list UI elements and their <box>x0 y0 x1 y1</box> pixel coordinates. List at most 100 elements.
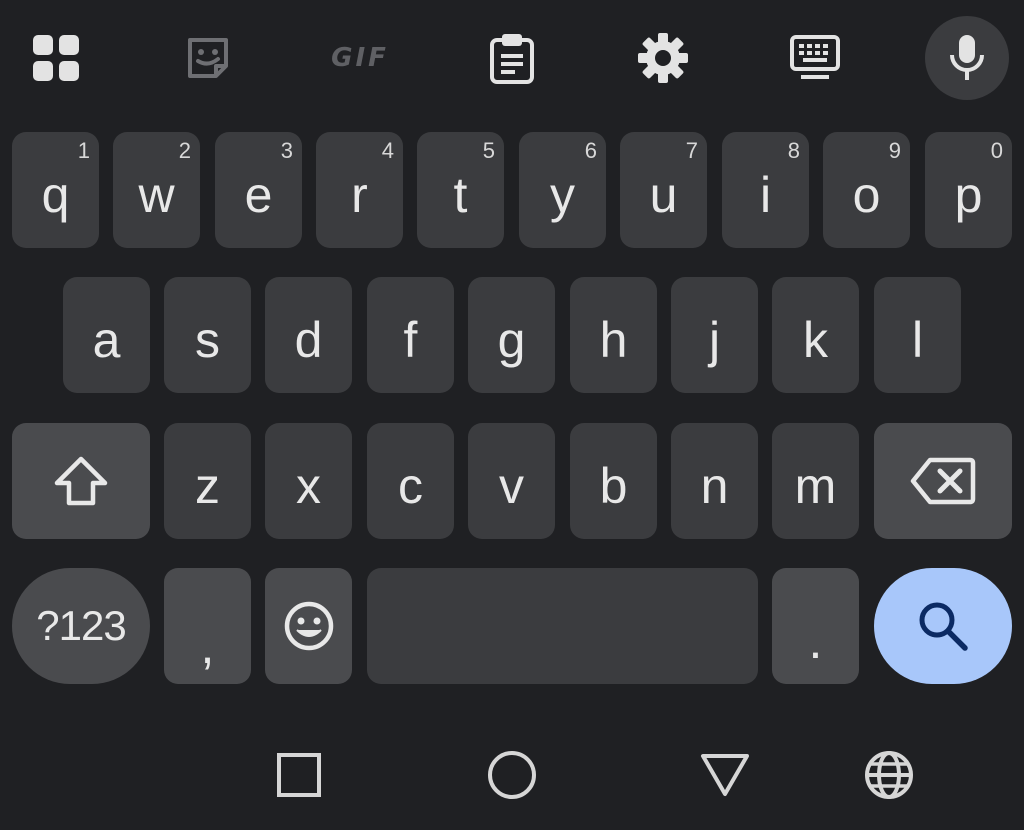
key-e[interactable]: 3 e <box>215 132 302 248</box>
key-f[interactable]: f <box>367 277 454 393</box>
key-u[interactable]: 7 u <box>620 132 707 248</box>
symbols-label: ?123 <box>36 602 126 649</box>
recents-square-icon <box>277 753 321 797</box>
key-hint: 7 <box>685 138 698 163</box>
keyboard-layout-button[interactable] <box>773 16 857 100</box>
recents-button[interactable] <box>264 740 334 810</box>
keyboard-icon <box>790 35 840 79</box>
key-hint: 4 <box>381 138 394 163</box>
key-k[interactable]: k <box>772 277 859 393</box>
key-label: s <box>195 312 220 368</box>
key-p[interactable]: 0 p <box>925 132 1012 248</box>
key-label: v <box>499 458 524 514</box>
gear-icon <box>638 33 688 83</box>
keyboard-screen: GIF 1 q 2 w 3 e 4 r 5 t 6 y 7 u 8 i 9 o … <box>0 0 1024 830</box>
key-hint: 6 <box>584 138 597 163</box>
key-label: y <box>550 167 575 223</box>
shift-key[interactable] <box>12 423 150 539</box>
home-button[interactable] <box>477 740 547 810</box>
search-key[interactable] <box>874 568 1012 684</box>
gif-icon: GIF <box>331 43 389 73</box>
key-label: q <box>41 167 70 223</box>
apps-grid-button[interactable] <box>14 16 98 100</box>
space-key[interactable] <box>367 568 758 684</box>
key-label: l <box>911 312 924 368</box>
sticker-icon <box>188 38 228 78</box>
key-s[interactable]: s <box>164 277 251 393</box>
shift-icon <box>54 456 108 506</box>
settings-button[interactable] <box>621 16 705 100</box>
key-label: j <box>708 312 721 368</box>
key-label: f <box>403 312 418 368</box>
language-button[interactable] <box>854 740 924 810</box>
key-label: a <box>92 312 121 368</box>
key-hint: 5 <box>482 138 495 163</box>
key-t[interactable]: 5 t <box>417 132 504 248</box>
key-label: k <box>803 312 828 368</box>
key-hint: 3 <box>280 138 293 163</box>
globe-icon <box>865 751 913 799</box>
symbols-key[interactable]: ?123 <box>12 568 150 684</box>
period-label: . <box>808 613 823 669</box>
key-label: c <box>398 458 423 514</box>
clipboard-button[interactable] <box>470 16 554 100</box>
key-i[interactable]: 8 i <box>722 132 809 248</box>
gif-button[interactable]: GIF <box>318 16 402 100</box>
search-icon <box>919 602 968 651</box>
key-j[interactable]: j <box>671 277 758 393</box>
key-label: t <box>453 167 468 223</box>
key-label: r <box>351 167 368 223</box>
key-l[interactable]: l <box>874 277 961 393</box>
backspace-icon <box>910 457 976 505</box>
key-d[interactable]: d <box>265 277 352 393</box>
key-label: u <box>649 167 678 223</box>
key-hint: 9 <box>888 138 901 163</box>
key-q[interactable]: 1 q <box>12 132 99 248</box>
key-label: o <box>852 167 881 223</box>
key-z[interactable]: z <box>164 423 251 539</box>
key-c[interactable]: c <box>367 423 454 539</box>
key-w[interactable]: 2 w <box>113 132 200 248</box>
voice-input-button[interactable] <box>925 16 1009 100</box>
key-m[interactable]: m <box>772 423 859 539</box>
key-label: g <box>497 312 526 368</box>
microphone-icon <box>950 35 984 80</box>
key-hint: 2 <box>178 138 191 163</box>
key-g[interactable]: g <box>468 277 555 393</box>
key-label: i <box>759 167 772 223</box>
key-label: h <box>599 312 628 368</box>
back-triangle-icon <box>701 754 749 796</box>
key-label: x <box>296 458 321 514</box>
key-label: w <box>138 167 175 223</box>
key-label: p <box>954 167 983 223</box>
period-key[interactable]: . <box>772 568 859 684</box>
comma-key[interactable]: , <box>164 568 251 684</box>
smiley-icon <box>284 601 333 651</box>
key-r[interactable]: 4 r <box>316 132 403 248</box>
home-circle-icon <box>488 751 536 799</box>
key-h[interactable]: h <box>570 277 657 393</box>
apps-grid-icon <box>33 35 79 81</box>
key-label: z <box>195 458 220 514</box>
key-label: d <box>294 312 323 368</box>
sticker-button[interactable] <box>166 16 250 100</box>
key-hint: 1 <box>77 138 90 163</box>
key-n[interactable]: n <box>671 423 758 539</box>
key-a[interactable]: a <box>63 277 150 393</box>
key-label: e <box>244 167 273 223</box>
key-label: n <box>700 458 729 514</box>
key-v[interactable]: v <box>468 423 555 539</box>
key-hint: 0 <box>990 138 1003 163</box>
emoji-key[interactable] <box>265 568 352 684</box>
key-hint: 8 <box>787 138 800 163</box>
key-label: b <box>599 458 628 514</box>
comma-label: , <box>200 618 215 674</box>
backspace-key[interactable] <box>874 423 1012 539</box>
key-label: m <box>794 458 837 514</box>
back-button[interactable] <box>690 740 760 810</box>
key-b[interactable]: b <box>570 423 657 539</box>
key-x[interactable]: x <box>265 423 352 539</box>
key-y[interactable]: 6 y <box>519 132 606 248</box>
clipboard-icon <box>490 34 534 84</box>
key-o[interactable]: 9 o <box>823 132 910 248</box>
